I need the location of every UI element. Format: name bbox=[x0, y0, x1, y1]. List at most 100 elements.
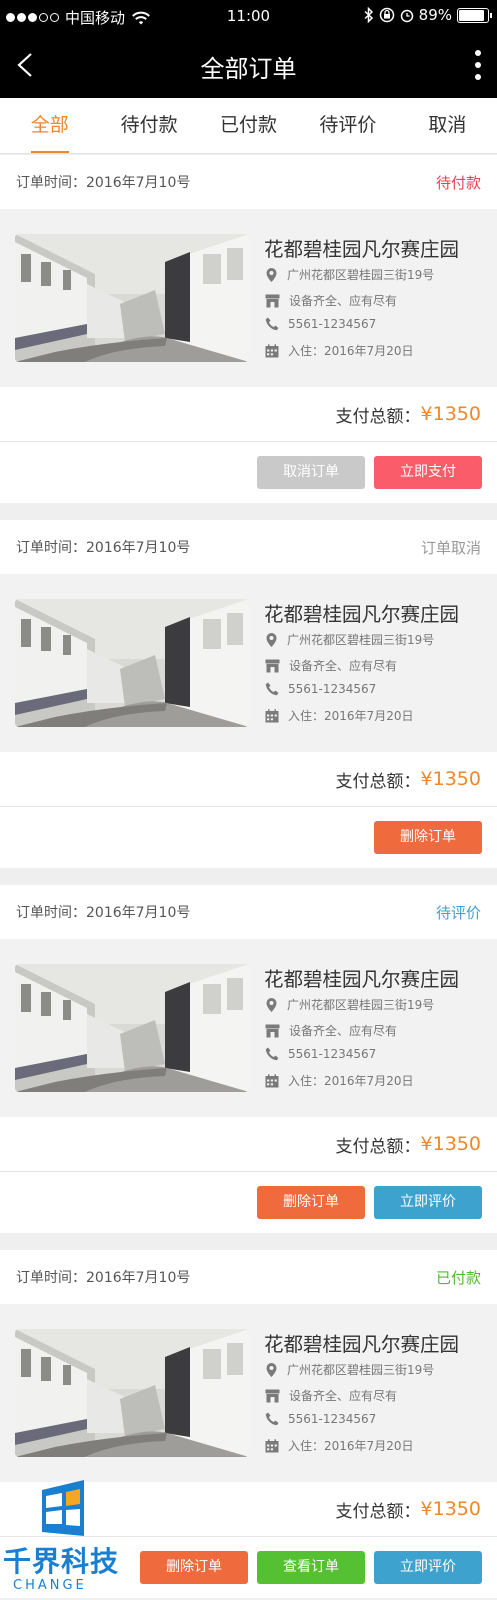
phone-row: 5561-1234567 bbox=[265, 682, 376, 696]
order-header: 订单时间：2016年7月10号 订单取消 bbox=[0, 520, 497, 574]
tab-paid[interactable]: 已付款 bbox=[199, 98, 298, 153]
checkin-date: 2016年7月20日 bbox=[324, 1439, 414, 1453]
order-action-button[interactable]: 删除订单 bbox=[374, 821, 482, 854]
order-card: 订单时间：2016年7月10号 待付款 花都碧桂园凡尔赛庄园 广州花都区碧桂园三… bbox=[0, 155, 497, 503]
bluetooth-icon bbox=[364, 7, 373, 23]
order-time: 订单时间：2016年7月10号 bbox=[16, 905, 191, 921]
order-total: 支付总额： ¥1350 bbox=[0, 387, 497, 442]
total-amount: ¥1350 bbox=[420, 1498, 481, 1520]
tab-cancelled[interactable]: 取消 bbox=[398, 98, 497, 153]
order-status: 待付款 bbox=[435, 173, 481, 192]
order-actions: 删除订单 bbox=[0, 807, 497, 868]
checkin-row: 入住： 2016年7月20日 bbox=[265, 1437, 413, 1454]
checkin-date: 2016年7月20日 bbox=[324, 344, 414, 358]
address-row: 广州花都区碧桂园三街19号 bbox=[265, 996, 434, 1013]
order-action-button[interactable]: 取消订单 bbox=[257, 456, 365, 489]
facilities-row: 设备齐全、应有尽有 bbox=[265, 292, 397, 309]
order-total: 支付总额： ¥1350 bbox=[0, 1117, 497, 1172]
order-action-button[interactable]: 删除订单 bbox=[140, 1551, 248, 1584]
more-vertical-icon[interactable] bbox=[473, 50, 483, 80]
order-time: 订单时间：2016年7月10号 bbox=[16, 1270, 191, 1286]
phone-icon bbox=[265, 1047, 279, 1061]
property-name: 花都碧桂园凡尔赛庄园 bbox=[264, 1333, 460, 1356]
checkin-row: 入住： 2016年7月20日 bbox=[265, 1072, 413, 1089]
property-address: 广州花都区碧桂园三街19号 bbox=[287, 1363, 435, 1377]
location-pin-icon bbox=[266, 1362, 277, 1377]
order-status: 待评价 bbox=[435, 903, 481, 922]
property-phone: 5561-1234567 bbox=[288, 682, 377, 696]
order-item[interactable]: 花都碧桂园凡尔赛庄园 广州花都区碧桂园三街19号 设备齐全、应有尽有 5561-… bbox=[0, 1304, 497, 1482]
phone-row: 5561-1234567 bbox=[265, 317, 376, 331]
phone-icon bbox=[265, 317, 279, 331]
calendar-icon bbox=[265, 1438, 279, 1452]
property-facilities: 设备齐全、应有尽有 bbox=[289, 1024, 398, 1038]
property-phone: 5561-1234567 bbox=[288, 1047, 377, 1061]
calendar-icon bbox=[265, 343, 279, 357]
property-name: 花都碧桂园凡尔赛庄园 bbox=[264, 238, 460, 261]
company-watermark: 千界科技 CHANGE bbox=[0, 1478, 130, 1600]
location-pin-icon bbox=[266, 632, 277, 647]
property-address: 广州花都区碧桂园三街19号 bbox=[287, 268, 435, 282]
order-header: 订单时间：2016年7月10号 已付款 bbox=[0, 1250, 497, 1304]
total-amount: ¥1350 bbox=[420, 1133, 481, 1155]
property-address: 广州花都区碧桂园三街19号 bbox=[287, 633, 435, 647]
total-label: 支付总额： bbox=[335, 406, 421, 427]
checkin-label: 入住： bbox=[288, 1439, 325, 1453]
checkin-date: 2016年7月20日 bbox=[324, 1074, 414, 1088]
phone-row: 5561-1234567 bbox=[265, 1047, 376, 1061]
property-name: 花都碧桂园凡尔赛庄园 bbox=[264, 968, 460, 991]
address-row: 广州花都区碧桂园三街19号 bbox=[265, 631, 434, 648]
order-action-button[interactable]: 立即评价 bbox=[374, 1551, 482, 1584]
order-header: 订单时间：2016年7月10号 待付款 bbox=[0, 155, 497, 209]
order-status: 已付款 bbox=[435, 1268, 481, 1287]
property-facilities: 设备齐全、应有尽有 bbox=[289, 659, 398, 673]
order-time: 订单时间：2016年7月10号 bbox=[16, 175, 191, 191]
order-item[interactable]: 花都碧桂园凡尔赛庄园 广州花都区碧桂园三街19号 设备齐全、应有尽有 5561-… bbox=[0, 939, 497, 1117]
property-facilities: 设备齐全、应有尽有 bbox=[289, 1389, 398, 1403]
phone-row: 5561-1234567 bbox=[265, 1412, 376, 1426]
tab-pending-review[interactable]: 待评价 bbox=[298, 98, 397, 153]
order-item[interactable]: 花都碧桂园凡尔赛庄园 广州花都区碧桂园三街19号 设备齐全、应有尽有 5561-… bbox=[0, 209, 497, 387]
property-photo bbox=[15, 964, 249, 1092]
total-amount: ¥1350 bbox=[420, 768, 481, 790]
order-header: 订单时间：2016年7月10号 待评价 bbox=[0, 885, 497, 939]
order-total: 支付总额： ¥1350 bbox=[0, 752, 497, 807]
order-actions: 删除订单 立即评价 bbox=[0, 1172, 497, 1233]
order-action-button[interactable]: 查看订单 bbox=[257, 1551, 365, 1584]
store-icon bbox=[265, 1024, 280, 1037]
rotation-lock-icon bbox=[379, 7, 394, 23]
order-actions: 取消订单 立即支付 bbox=[0, 442, 497, 503]
order-item[interactable]: 花都碧桂园凡尔赛庄园 广州花都区碧桂园三街19号 设备齐全、应有尽有 5561-… bbox=[0, 574, 497, 752]
phone-icon bbox=[265, 1412, 279, 1426]
status-bar: 中国移动 11:00 89% bbox=[0, 0, 497, 32]
store-icon bbox=[265, 659, 280, 672]
calendar-icon bbox=[265, 1073, 279, 1087]
company-logo bbox=[42, 1480, 84, 1536]
property-facilities: 设备齐全、应有尽有 bbox=[289, 294, 398, 308]
order-action-button[interactable]: 立即支付 bbox=[374, 456, 482, 489]
property-phone: 5561-1234567 bbox=[288, 317, 377, 331]
address-row: 广州花都区碧桂园三街19号 bbox=[265, 266, 434, 283]
property-photo bbox=[15, 599, 249, 727]
property-address: 广州花都区碧桂园三街19号 bbox=[287, 998, 435, 1012]
order-tabs: 全部 待付款 已付款 待评价 取消 bbox=[0, 98, 497, 154]
property-photo bbox=[15, 1329, 249, 1457]
order-action-button[interactable]: 立即评价 bbox=[374, 1186, 482, 1219]
checkin-label: 入住： bbox=[288, 1074, 325, 1088]
order-card: 订单时间：2016年7月10号 待评价 花都碧桂园凡尔赛庄园 广州花都区碧桂园三… bbox=[0, 885, 497, 1233]
store-icon bbox=[265, 1389, 280, 1402]
checkin-label: 入住： bbox=[288, 344, 325, 358]
checkin-date: 2016年7月20日 bbox=[324, 709, 414, 723]
calendar-icon bbox=[265, 708, 279, 722]
property-photo bbox=[15, 234, 249, 362]
total-label: 支付总额： bbox=[335, 1501, 421, 1522]
order-time: 订单时间：2016年7月10号 bbox=[16, 540, 191, 556]
order-status: 订单取消 bbox=[420, 538, 481, 557]
order-card: 订单时间：2016年7月10号 订单取消 花都碧桂园凡尔赛庄园 广州花都区碧桂园… bbox=[0, 520, 497, 868]
order-action-button[interactable]: 删除订单 bbox=[257, 1186, 365, 1219]
tab-all[interactable]: 全部 bbox=[0, 98, 99, 153]
checkin-row: 入住： 2016年7月20日 bbox=[265, 342, 413, 359]
tab-pending-payment[interactable]: 待付款 bbox=[99, 98, 198, 153]
company-name-en: CHANGE bbox=[13, 1578, 87, 1593]
battery-icon bbox=[457, 7, 492, 23]
